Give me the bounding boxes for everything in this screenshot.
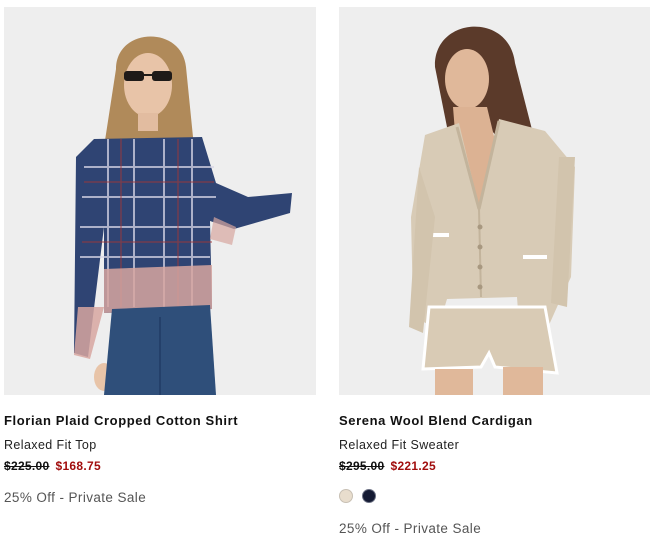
- model-plaid-shirt-image: [4, 7, 316, 395]
- original-price: $225.00: [4, 459, 50, 473]
- product-name[interactable]: Serena Wool Blend Cardigan: [339, 413, 650, 428]
- original-price: $295.00: [339, 459, 385, 473]
- product-image[interactable]: [339, 7, 650, 395]
- product-name[interactable]: Florian Plaid Cropped Cotton Shirt: [4, 413, 316, 428]
- sale-price: $221.25: [390, 459, 436, 473]
- color-swatch-oatmeal[interactable]: [339, 489, 353, 503]
- model-cardigan-image: [339, 7, 650, 395]
- sale-price: $168.75: [55, 459, 101, 473]
- promo-label: 25% Off - Private Sale: [4, 490, 147, 505]
- product-subtitle: Relaxed Fit Top: [4, 438, 97, 452]
- color-swatch-navy[interactable]: [362, 489, 376, 503]
- product-subtitle: Relaxed Fit Sweater: [339, 438, 460, 452]
- promo-label: 25% Off - Private Sale: [339, 521, 482, 536]
- price-block: $225.00 $168.75: [4, 459, 101, 473]
- price-block: $295.00 $221.25: [339, 459, 436, 473]
- product-image[interactable]: [4, 7, 316, 395]
- color-swatches: [339, 489, 385, 505]
